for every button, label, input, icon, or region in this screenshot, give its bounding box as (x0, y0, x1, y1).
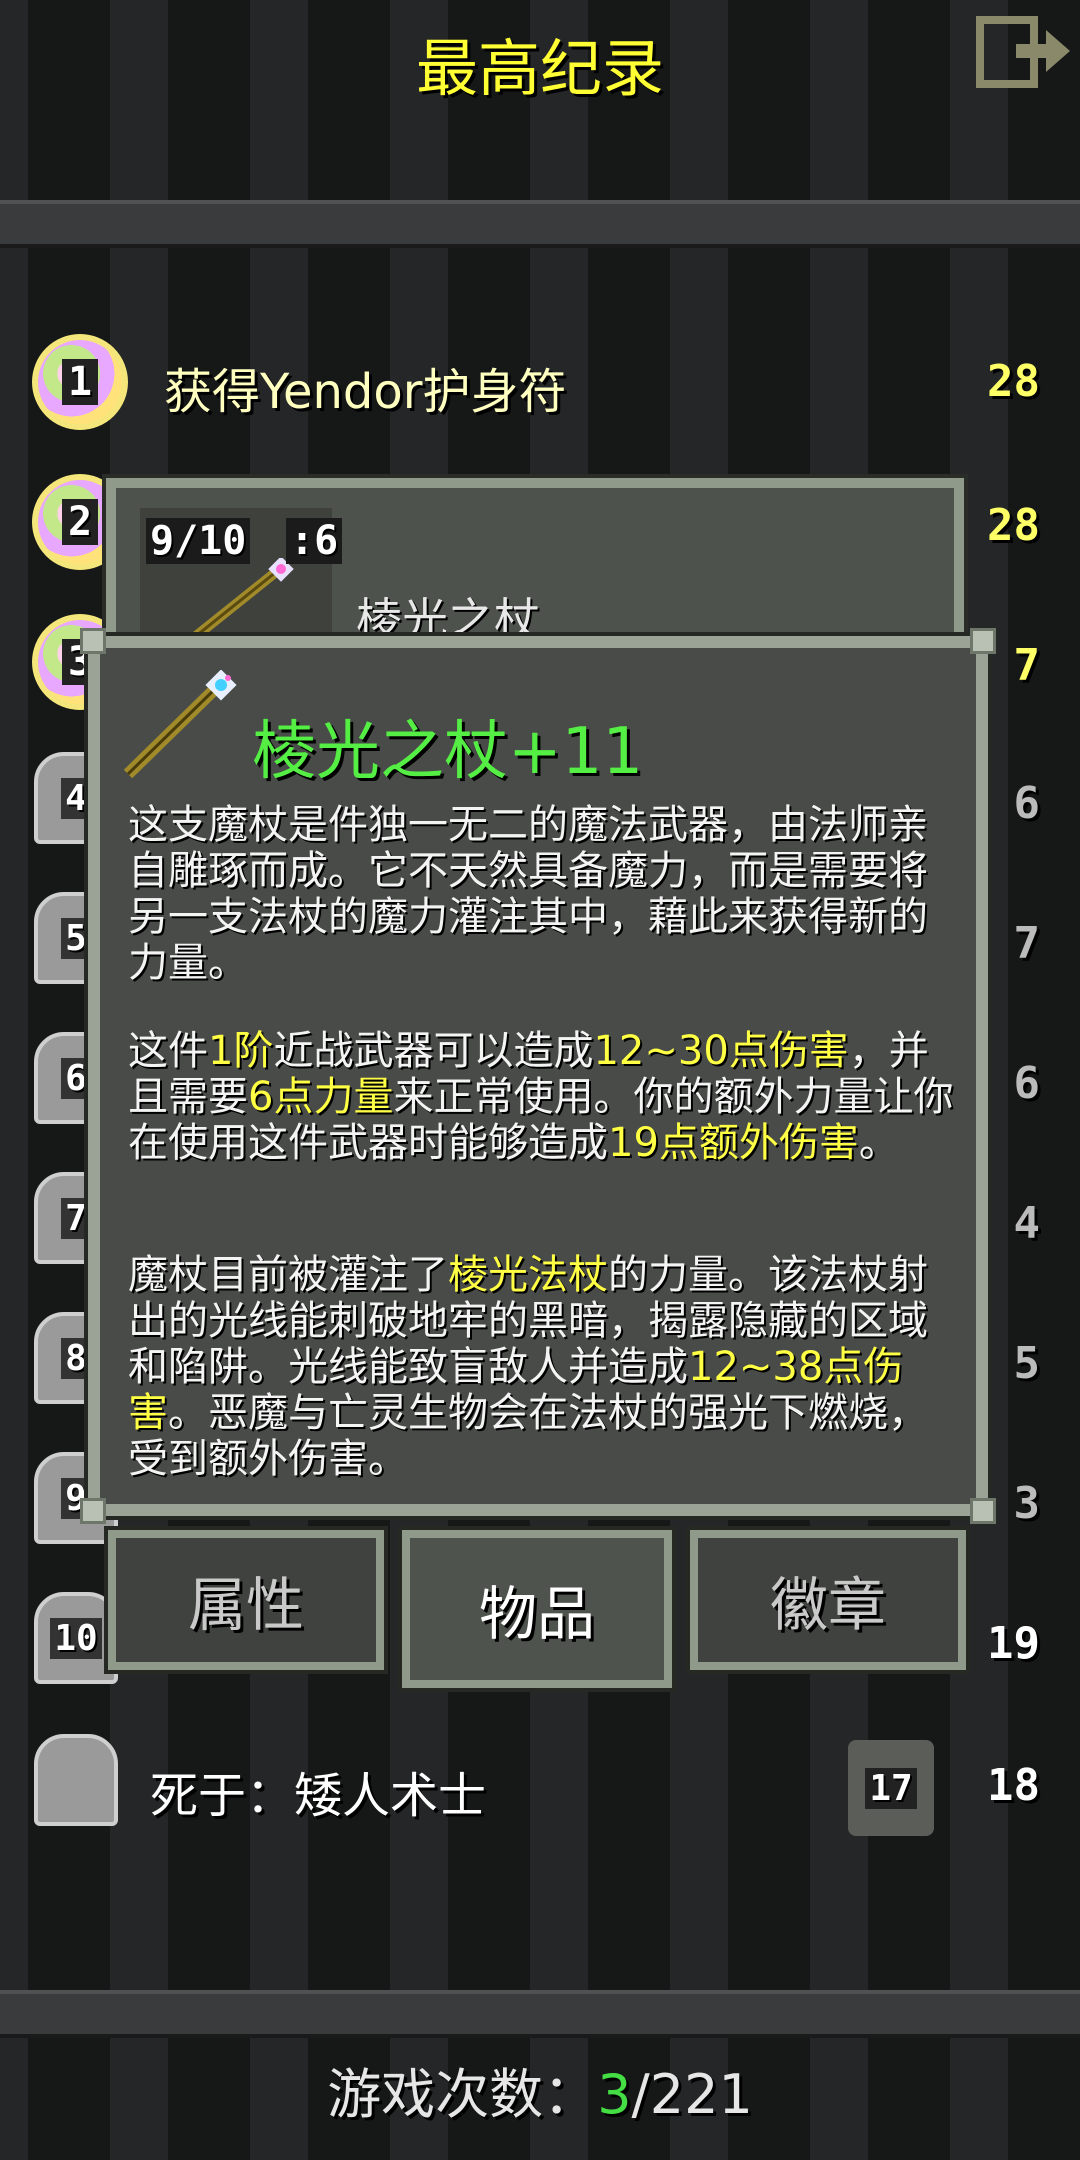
rank-number: 7 (61, 1197, 91, 1239)
depth-value: 3 (1013, 1478, 1041, 1529)
item-info-window: 棱光之杖+11 这支魔杖是件独一无二的魔法武器，由法师亲自雕琢而成。它不天然具备… (80, 628, 996, 1524)
strength-highlight: 6点力量 (248, 1074, 394, 1120)
depth-value: 7 (1013, 918, 1041, 969)
depth-value: 6 (1013, 778, 1041, 829)
depth-value: 4 (1013, 1198, 1041, 1249)
rank-number: 1 (61, 359, 99, 405)
games-current: 3 (597, 2063, 632, 2126)
rank-number: 2 (61, 499, 99, 545)
item-stats-text: 这件1阶近战武器可以造成12~30点伤害，并且需要6点力量来正常使用。你的额外力… (128, 1028, 958, 1166)
damage-highlight: 12~30点伤害 (593, 1028, 849, 1074)
depth-value: 18 (987, 1760, 1040, 1811)
depth-value: 5 (1013, 1338, 1041, 1389)
games-total: /221 (631, 2063, 753, 2126)
item-description: 这支魔杖是件独一无二的魔法武器，由法师亲自雕琢而成。它不天然具备魔力，而是需要将… (128, 802, 928, 986)
depth-value: 6 (1013, 1058, 1041, 1109)
exit-door-icon[interactable] (976, 14, 1074, 90)
gold-medal-icon: 1 (32, 334, 128, 430)
gravestone-icon (34, 1734, 118, 1826)
depth-value: 19 (987, 1618, 1040, 1669)
strength-requirement: :6 (286, 518, 343, 564)
ranking-result: 获得Yendor护身符 (164, 364, 567, 420)
hero-level: 17 (865, 1767, 917, 1809)
last-run-row[interactable]: 死于：矮人术士 17 18 (0, 1732, 1080, 1842)
rank-number: 4 (61, 777, 91, 819)
tab-items[interactable]: 物品 (398, 1526, 676, 1692)
frame-corner (80, 1498, 106, 1524)
frame-corner (970, 1498, 996, 1524)
text-segment: 近战武器可以造成 (273, 1028, 594, 1074)
imbued-wand-text: 魔杖目前被灌注了棱光法杖的力量。该法杖射出的光线能刺破地牢的黑暗，揭露隐藏的区域… (128, 1252, 958, 1482)
text-segment: 。恶魔与亡灵生物会在法杖的强光下燃烧，受到额外伤害。 (128, 1390, 928, 1482)
rank-number: 10 (50, 1617, 102, 1659)
prismatic-staff-icon (182, 558, 294, 648)
wand-name-highlight: 棱光法杖 (448, 1252, 608, 1298)
item-title: 棱光之杖+11 (252, 715, 644, 789)
text-segment: 这件 (128, 1028, 208, 1074)
frame-corner (80, 628, 106, 654)
text-segment: 魔杖目前被灌注了 (128, 1252, 448, 1298)
hero-level-icon: 17 (848, 1740, 934, 1836)
bonus-damage-highlight: 19点额外伤害 (608, 1120, 859, 1166)
tier-highlight: 1阶 (208, 1028, 274, 1074)
frame-corner (970, 628, 996, 654)
depth-value: 28 (987, 356, 1040, 407)
rank-number: 8 (61, 1337, 91, 1379)
item-header-window: 9/10 :6 棱光之杖 (102, 474, 968, 662)
page-title: 最高纪录 (415, 32, 664, 105)
durability-value: 9/10 (146, 518, 251, 564)
rank-number: 5 (61, 917, 91, 959)
death-cause: 死于：矮人术士 (150, 1768, 487, 1824)
rank-number: 6 (61, 1057, 91, 1099)
gravestone-icon: 10 (34, 1592, 118, 1684)
tab-badges[interactable]: 徽章 (686, 1526, 970, 1674)
background-ledge (0, 1990, 1080, 2038)
background-ledge (0, 200, 1080, 248)
prismatic-staff-icon (123, 670, 237, 779)
ranking-row-1[interactable]: 1 获得Yendor护身符 28 (0, 330, 1080, 440)
depth-value: 28 (987, 500, 1040, 551)
tab-stats[interactable]: 属性 (104, 1526, 388, 1674)
games-played-label: 游戏次数： (327, 2063, 598, 2126)
depth-value: 7 (1013, 640, 1041, 691)
text-segment: 。 (858, 1120, 899, 1166)
games-played-counter: 游戏次数：3/221 (0, 2050, 1080, 2129)
